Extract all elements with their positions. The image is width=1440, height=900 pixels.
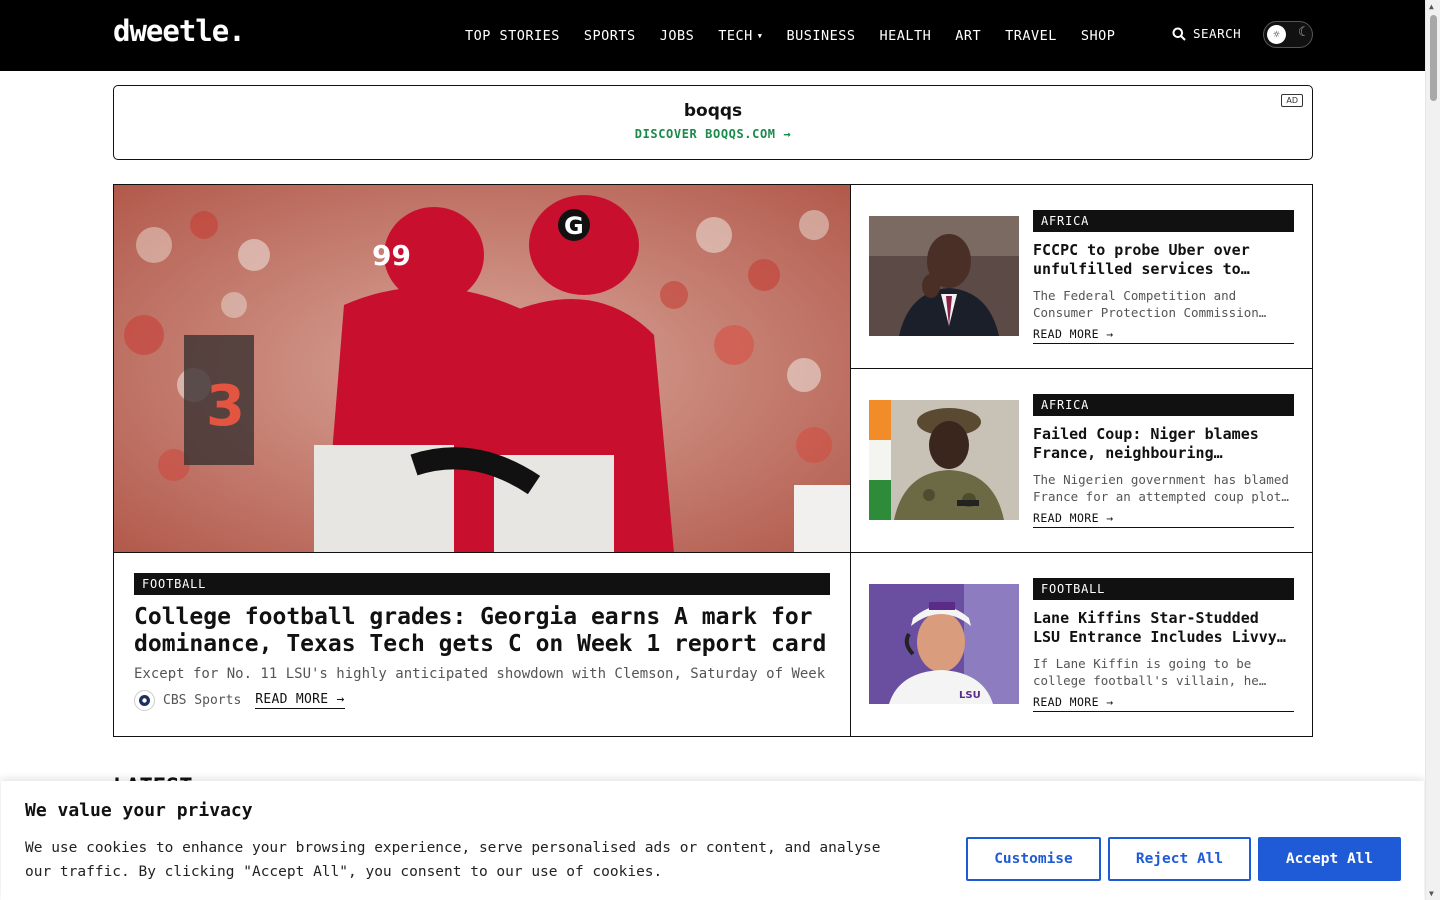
ad-cta-link[interactable]: DISCOVER BOQQS.COM → [114, 127, 1312, 141]
title-line: Lane Kiffins Star-Studded [1033, 609, 1259, 627]
accept-all-button[interactable]: Accept All [1258, 837, 1401, 881]
hero-excerpt: Except for No. 11 LSU's highly anticipat… [134, 666, 826, 682]
cookie-text: We use cookies to enhance your browsing … [25, 840, 881, 880]
title-line: unfulfilled services to… [1033, 260, 1250, 278]
svg-text:99: 99 [372, 239, 411, 272]
nav-label: BUSINESS [786, 27, 856, 44]
featured-grid: 3 99 G FOOTBALL College football grades:… [113, 184, 1313, 737]
nav-health[interactable]: HEALTH [879, 28, 931, 44]
scroll-up-icon[interactable]: ▲ [1429, 2, 1434, 11]
excerpt-line: The Nigerien government has blamed [1033, 472, 1289, 487]
excerpt-line: France for an attempted coup plot… [1033, 489, 1289, 504]
nav-label: SPORTS [583, 27, 636, 44]
excerpt-line: Consumer Protection Commission… [1033, 305, 1267, 320]
hero-article: 3 99 G FOOTBALL College football grades:… [114, 185, 851, 736]
category-badge[interactable]: AFRICA [1033, 210, 1294, 232]
cookie-title: We value your privacy [25, 800, 253, 821]
article-thumbnail[interactable]: LSU [869, 584, 1019, 704]
article-title[interactable]: FCCPC to probe Uber over unfulfilled ser… [1033, 241, 1294, 279]
read-more-link[interactable]: READ MORE → [1033, 511, 1294, 528]
nav-label: TOP STORIES [465, 27, 560, 44]
article-title[interactable]: Lane Kiffins Star-Studded LSU Entrance I… [1033, 609, 1294, 647]
hero-meta: CBS Sports READ MORE → [134, 690, 830, 711]
svg-text:3: 3 [206, 374, 245, 439]
nav-tech[interactable]: TECH ▼ [718, 28, 762, 44]
source-name[interactable]: CBS Sports [163, 693, 241, 708]
scroll-down-icon[interactable]: ▼ [1429, 889, 1434, 898]
customise-button[interactable]: Customise [966, 837, 1101, 881]
cookie-banner: We value your privacy We use cookies to … [1, 781, 1424, 900]
nav-label: HEALTH [879, 27, 932, 44]
nav-label: JOBS [659, 27, 695, 44]
theme-toggle[interactable]: ☼ ☾ [1263, 21, 1313, 48]
title-line: Failed Coup: Niger blames [1033, 425, 1259, 443]
article-title[interactable]: Failed Coup: Niger blames France, neighb… [1033, 425, 1294, 463]
category-badge[interactable]: FOOTBALL [134, 573, 830, 595]
nav-label: SHOP [1080, 27, 1116, 44]
excerpt-line: college football's villain, he… [1033, 673, 1267, 688]
nav-label: TRAVEL [1005, 27, 1057, 44]
ad-banner[interactable]: boqqs DISCOVER BOQQS.COM → AD [113, 85, 1313, 160]
category-badge[interactable]: AFRICA [1033, 394, 1294, 416]
side-article: LSU FOOTBALL Lane Kiffins Star-Studded L… [851, 553, 1312, 737]
read-more-link[interactable]: READ MORE → [1033, 327, 1294, 344]
reject-all-button[interactable]: Reject All [1108, 837, 1251, 881]
excerpt-line: If Lane Kiffin is going to be [1033, 656, 1252, 671]
scrollbar-thumb[interactable] [1430, 15, 1437, 101]
title-line: FCCPC to probe Uber over [1033, 241, 1250, 259]
title-line: France, neighbouring… [1033, 444, 1223, 462]
excerpt-line: The Federal Competition and [1033, 288, 1237, 303]
nav-art[interactable]: ART [955, 28, 981, 44]
site-logo[interactable]: dweetle. [113, 14, 246, 48]
main-nav: TOP STORIES SPORTS JOBS TECH ▼ BUSINESS H… [465, 0, 1139, 71]
nav-label: ART [955, 27, 982, 44]
search-label: SEARCH [1193, 26, 1242, 41]
side-article-body: AFRICA Failed Coup: Niger blames France,… [1033, 394, 1294, 528]
search-icon [1172, 27, 1186, 41]
nav-business[interactable]: BUSINESS [786, 28, 855, 44]
source-logo-icon [134, 690, 155, 711]
page-scrollbar[interactable]: ▲ ▼ [1425, 0, 1440, 900]
hero-title[interactable]: College football grades: Georgia earns A… [134, 604, 830, 658]
sun-icon: ☼ [1267, 25, 1286, 44]
article-thumbnail[interactable] [869, 216, 1019, 336]
side-article-body: AFRICA FCCPC to probe Uber over unfulfil… [1033, 210, 1294, 344]
nav-top-stories[interactable]: TOP STORIES [465, 28, 560, 44]
svg-text:G: G [564, 212, 584, 240]
title-line: LSU Entrance Includes Livvy… [1033, 628, 1286, 646]
category-badge[interactable]: FOOTBALL [1033, 578, 1294, 600]
article-excerpt: If Lane Kiffin is going to be college fo… [1033, 655, 1294, 689]
hero-image[interactable]: 3 99 G [114, 185, 850, 553]
nav-jobs[interactable]: JOBS [660, 28, 695, 44]
read-more-link[interactable]: READ MORE → [1033, 695, 1294, 712]
side-article: AFRICA Failed Coup: Niger blames France,… [851, 369, 1312, 553]
article-excerpt: The Nigerien government has blamed Franc… [1033, 471, 1294, 505]
ad-badge: AD [1281, 94, 1303, 107]
search-button[interactable]: SEARCH [1172, 26, 1241, 41]
side-article: AFRICA FCCPC to probe Uber over unfulfil… [851, 185, 1312, 369]
nav-label: TECH [718, 27, 753, 44]
hero-body: FOOTBALL College football grades: Georgi… [134, 573, 830, 711]
read-more-link[interactable]: READ MORE → [255, 692, 345, 709]
nav-shop[interactable]: SHOP [1081, 28, 1116, 44]
side-article-body: FOOTBALL Lane Kiffins Star-Studded LSU E… [1033, 578, 1294, 712]
ad-brand: boqqs [683, 101, 743, 121]
moon-icon: ☾ [1298, 25, 1306, 40]
nav-travel[interactable]: TRAVEL [1005, 28, 1057, 44]
top-navbar: dweetle. TOP STORIES SPORTS JOBS TECH ▼ B… [0, 0, 1425, 71]
article-thumbnail[interactable] [869, 400, 1019, 520]
nav-sports[interactable]: SPORTS [584, 28, 636, 44]
svg-text:LSU: LSU [959, 690, 981, 701]
caret-down-icon: ▼ [757, 31, 763, 40]
article-excerpt: The Federal Competition and Consumer Pro… [1033, 287, 1294, 321]
